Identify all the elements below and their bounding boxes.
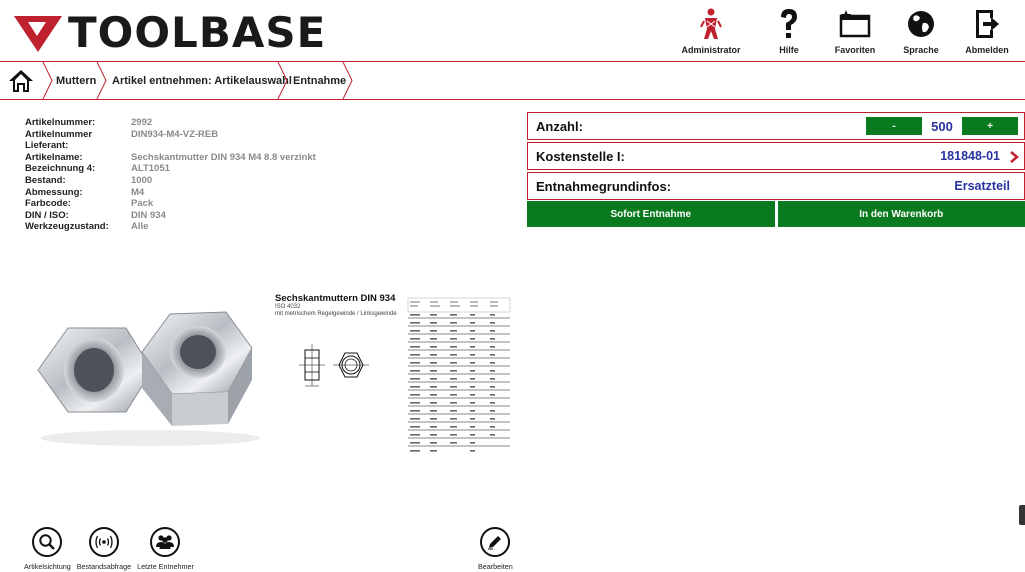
cost-center-label: Kostenstelle I: (536, 148, 625, 164)
info-key: Artikelnummer: (25, 117, 96, 128)
bottom-toolbar: Artikelsichtung Bestandsabfrage Letzte E… (24, 527, 200, 571)
info-value: DIN 934 (131, 209, 166, 221)
breadcrumb-item-entnahme[interactable]: Entnahme (293, 62, 346, 99)
language-label: Sprache (903, 45, 939, 55)
logo-triangle-icon (14, 15, 62, 52)
info-key: Abmessung: (25, 186, 83, 198)
info-row-din-iso: DIN / ISO: DIN 934 (25, 210, 316, 222)
info-value: Pack (131, 198, 154, 210)
article-info: Artikelnummer: 2992 Artikelnummer Liefera… (25, 117, 316, 233)
info-key: DIN / ISO: (25, 209, 69, 221)
instant-withdrawal-button[interactable]: Sofort Entnahme (527, 201, 778, 227)
toolbase-logo[interactable]: TOOLBASE (12, 8, 326, 57)
breadcrumb-separator-icon (277, 62, 288, 99)
search-icon (39, 534, 56, 550)
info-key: Bezeichnung 4: (25, 163, 96, 175)
info-value: 1000 (131, 174, 153, 186)
withdrawal-reason-value[interactable]: Ersatzteil (954, 179, 1010, 193)
quantity-stepper[interactable]: - 500 + (866, 117, 1018, 135)
info-row-artikelname: Artikelname: Sechskantmutter DIN 934 M4 8… (25, 152, 316, 164)
logout-label: Abmelden (965, 45, 1009, 55)
question-mark-icon (781, 9, 797, 38)
info-row-bestand: Bestand: 1000 (25, 175, 316, 187)
cost-center-value[interactable]: 181848-01 (940, 149, 1000, 163)
withdrawal-reason-row[interactable]: Entnahmegrundinfos: Ersatzteil (527, 172, 1025, 200)
globe-icon (908, 11, 934, 37)
quantity-label: Anzahl: (536, 118, 583, 134)
chevron-right-icon[interactable] (1008, 150, 1020, 164)
add-to-cart-button[interactable]: In den Warenkorb (777, 201, 1025, 227)
edit-button[interactable]: Bearbeiten (478, 527, 513, 571)
administrator-button[interactable]: Administrator (667, 6, 755, 55)
spec-note: mit metrischem Regelgewinde / Linksgewin… (275, 311, 397, 317)
info-key: Farbcode: (25, 198, 71, 210)
info-value: Sechskantmutter DIN 934 M4 8.8 verzinkt (131, 151, 316, 163)
breadcrumb-item-artikelauswahl[interactable]: Artikel entnehmen: Artikelauswahl (112, 62, 292, 99)
quantity-value[interactable]: 500 (922, 119, 962, 134)
home-icon (9, 69, 33, 92)
withdrawal-panel: Anzahl: - 500 + Kostenstelle I: 181848-0… (527, 112, 1025, 202)
action-buttons: Sofort Entnahme In den Warenkorb (527, 201, 1025, 227)
info-value: ALT1051 (131, 163, 170, 175)
article-view-label: Artikelsichtung (24, 562, 71, 571)
info-row-werkzeugzustand: Werkzeugzustand: Alle (25, 221, 316, 233)
logout-arrow-icon (976, 10, 999, 38)
language-button[interactable]: Sprache (889, 6, 953, 55)
favorites-label: Favoriten (834, 45, 876, 55)
spec-iso: ISO 4032 (275, 304, 301, 310)
breadcrumb-item-muttern[interactable]: Muttern (56, 62, 96, 99)
info-key: Artikelnummer Lieferant: (25, 128, 93, 152)
logout-button[interactable]: Abmelden (955, 6, 1019, 55)
administrator-label: Administrator (681, 45, 741, 55)
edit-label: Bearbeiten (478, 562, 513, 571)
info-row-artikelnummer: Artikelnummer: 2992 (25, 117, 316, 129)
top-actions: Administrator Hilfe Favoriten Sprache Ab… (665, 6, 1019, 55)
hex-nuts-photo (37, 311, 260, 446)
stock-query-button[interactable]: Bestandsabfrage (77, 527, 131, 571)
breadcrumb-separator-icon (42, 62, 53, 99)
radio-signal-icon (95, 535, 113, 549)
breadcrumb-separator-icon (96, 62, 107, 99)
increase-button[interactable]: + (962, 117, 1018, 135)
info-row-lieferant: Artikelnummer Lieferant: DIN934-M4-VZ-REB (25, 129, 316, 152)
info-value: 2992 (131, 117, 153, 128)
decrease-button[interactable]: - (866, 117, 922, 135)
stock-query-label: Bestandsabfrage (76, 562, 132, 571)
info-row-abmessung: Abmessung: M4 (25, 187, 316, 199)
app-header: TOOLBASE Administrator Hilfe Favoriten S… (0, 0, 1025, 60)
info-key: Artikelname: (25, 151, 83, 163)
last-takers-button[interactable]: Letzte Entnehmer (137, 527, 194, 571)
breadcrumb-separator-icon (342, 62, 353, 99)
info-value: M4 (131, 186, 145, 198)
withdrawal-reason-label: Entnahmegrundinfos: (536, 178, 672, 194)
breadcrumb: Muttern Artikel entnehmen: Artikelauswah… (0, 61, 1025, 100)
quantity-row: Anzahl: - 500 + (527, 112, 1025, 140)
administrator-figure-icon (700, 8, 722, 39)
help-label: Hilfe (779, 45, 799, 55)
favorites-folder-star-icon (839, 10, 871, 38)
spec-drawing: Sechskantmuttern DIN 934 ISO 4032 mit me… (275, 293, 400, 393)
technical-drawing (299, 344, 369, 387)
cost-center-row[interactable]: Kostenstelle I: 181848-01 (527, 142, 1025, 170)
home-button[interactable] (0, 62, 42, 99)
side-scroll-handle[interactable] (1019, 505, 1025, 525)
pencil-icon (488, 536, 502, 550)
info-key: Bestand: (25, 174, 66, 186)
users-group-icon (156, 535, 175, 549)
last-takers-label: Letzte Entnehmer (137, 562, 194, 571)
favorites-button[interactable]: Favoriten (823, 6, 887, 55)
article-view-button[interactable]: Artikelsichtung (24, 527, 71, 571)
info-value: Alle (131, 221, 149, 233)
help-button[interactable]: Hilfe (757, 6, 821, 55)
info-key: Werkzeugzustand: (25, 221, 109, 233)
info-row-farbcode: Farbcode: Pack (25, 198, 316, 210)
info-value: DIN934-M4-VZ-REB (131, 128, 219, 140)
logo-text: TOOLBASE (68, 8, 327, 57)
info-row-bezeichnung: Bezeichnung 4: ALT1051 (25, 163, 316, 175)
spec-title: Sechskantmuttern DIN 934 (275, 293, 396, 304)
dimension-table-image (406, 296, 512, 458)
